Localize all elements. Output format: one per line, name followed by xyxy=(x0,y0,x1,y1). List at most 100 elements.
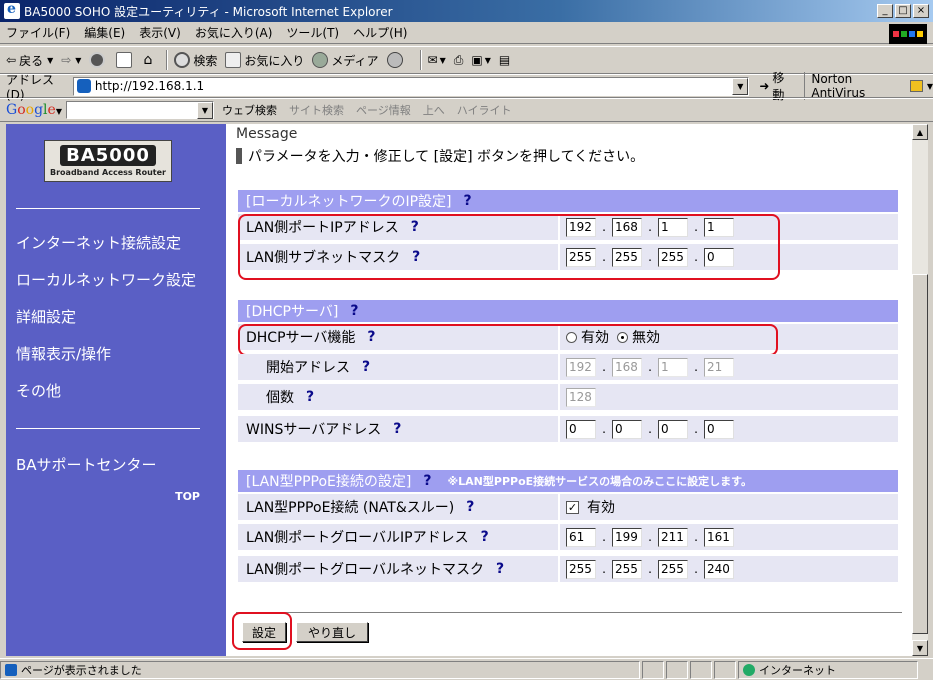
menu-view[interactable]: 表示(V) xyxy=(139,24,181,41)
print-button[interactable]: ⎙ xyxy=(454,53,464,68)
lan-ip-row: LAN側ポートIPアドレス? 192. 168. 1. 1 xyxy=(238,214,898,242)
help-icon[interactable]: ? xyxy=(464,193,472,209)
back-button[interactable]: ⇦ 戻る ▼ xyxy=(6,52,53,69)
menu-file[interactable]: ファイル(F) xyxy=(6,24,70,41)
help-icon[interactable]: ? xyxy=(423,473,431,489)
help-icon[interactable]: ? xyxy=(350,303,358,319)
help-icon[interactable]: ? xyxy=(466,499,474,515)
help-icon[interactable]: ? xyxy=(393,421,401,437)
menu-favorites[interactable]: お気に入り(A) xyxy=(195,24,273,41)
stop-button[interactable] xyxy=(89,52,108,68)
google-search-dropdown[interactable]: ▼ xyxy=(196,102,213,119)
scroll-up-icon[interactable]: ▲ xyxy=(912,124,928,140)
help-icon[interactable]: ? xyxy=(411,219,419,235)
google-site-search-button[interactable]: サイト検索 xyxy=(289,102,344,118)
forward-arrow-icon: ⇨ xyxy=(61,53,72,67)
wins-octet-3[interactable]: 0 xyxy=(658,419,688,439)
help-icon[interactable]: ? xyxy=(412,249,420,265)
pppoe-gip-octet-4[interactable]: 161 xyxy=(704,527,734,547)
help-icon[interactable]: ? xyxy=(306,389,314,405)
help-icon[interactable]: ? xyxy=(367,329,375,345)
status-text-cell: ページが表示されました xyxy=(0,660,640,679)
dhcp-start-octet-1[interactable]: 192 xyxy=(566,357,596,377)
google-logo[interactable]: Google▼ xyxy=(6,102,62,118)
pppoe-gmask-octet-4[interactable]: 240 xyxy=(704,559,734,579)
google-up-button[interactable]: 上へ xyxy=(423,102,445,118)
refresh-button[interactable] xyxy=(116,52,135,68)
lan-ip-octet-1[interactable]: 192 xyxy=(566,217,596,237)
search-button[interactable]: 検索 xyxy=(174,52,217,69)
wins-octet-4[interactable]: 0 xyxy=(704,419,734,439)
sidebar: BA5000 Broadband Access Router インターネット接続… xyxy=(6,124,226,656)
minimize-button[interactable]: _ xyxy=(877,4,893,18)
sidebar-top-link[interactable]: TOP xyxy=(175,490,200,503)
reset-button[interactable]: やり直し xyxy=(296,622,368,642)
favorites-button[interactable]: お気に入り xyxy=(225,52,304,69)
mail-button[interactable]: ✉ ▼ xyxy=(428,53,446,67)
vertical-scrollbar[interactable]: ▲ ▼ xyxy=(912,124,928,656)
pppoe-gmask-octet-2[interactable]: 255 xyxy=(612,559,642,579)
wins-octet-2[interactable]: 0 xyxy=(612,419,642,439)
dhcp-count-input[interactable]: 128 xyxy=(566,387,596,407)
help-icon[interactable]: ? xyxy=(362,359,370,375)
lan-mask-octet-4[interactable]: 0 xyxy=(704,247,734,267)
lan-mask-octet-2[interactable]: 255 xyxy=(612,247,642,267)
message-text: パラメータを入力・修正して [設定] ボタンを押してください。 xyxy=(236,146,644,166)
norton-antivirus-button[interactable]: Norton AntiVirus ▼ xyxy=(804,72,933,100)
edit-icon: ▣ xyxy=(471,53,483,67)
google-web-search-button[interactable]: ウェブ検索 xyxy=(222,102,277,118)
scroll-thumb[interactable] xyxy=(912,274,928,634)
dhcp-start-octet-3[interactable]: 1 xyxy=(658,357,688,377)
dhcp-start-octet-2[interactable]: 168 xyxy=(612,357,642,377)
submit-button[interactable]: 設定 xyxy=(242,622,286,642)
sidebar-link-internet[interactable]: インターネット接続設定 xyxy=(16,232,181,253)
media-button[interactable]: メディア xyxy=(312,52,379,69)
page-icon xyxy=(76,79,91,93)
close-button[interactable]: × xyxy=(913,4,929,18)
menu-tools[interactable]: ツール(T) xyxy=(286,24,339,41)
pppoe-gmask-octet-3[interactable]: 255 xyxy=(658,559,688,579)
scroll-down-icon[interactable]: ▼ xyxy=(912,640,928,656)
menu-help[interactable]: ヘルプ(H) xyxy=(353,24,407,41)
lan-ip-octet-4[interactable]: 1 xyxy=(704,217,734,237)
help-icon[interactable]: ? xyxy=(496,561,504,577)
forward-button[interactable]: ⇨ ▼ xyxy=(61,53,81,67)
dhcp-count-row: 個数? 128 xyxy=(238,384,898,412)
sidebar-link-info[interactable]: 情報表示/操作 xyxy=(16,343,111,364)
pppoe-enable-checkbox[interactable]: ✓ 有効 xyxy=(566,497,615,517)
dhcp-disable-radio[interactable]: 無効 xyxy=(617,327,660,347)
dhcp-start-octet-4[interactable]: 21 xyxy=(704,357,734,377)
google-highlight-button[interactable]: ハイライト xyxy=(457,102,512,118)
pppoe-section-header: [LAN型PPPoE接続の設定] ? ※LAN型PPPoE接続サービスの場合のみ… xyxy=(238,470,898,492)
lan-ip-octet-2[interactable]: 168 xyxy=(612,217,642,237)
search-icon xyxy=(174,52,191,68)
sidebar-link-other[interactable]: その他 xyxy=(16,380,61,401)
address-input[interactable]: http://192.168.1.1 ▼ xyxy=(72,76,750,96)
home-button[interactable]: ⌂ xyxy=(143,52,152,68)
menu-edit[interactable]: 編集(E) xyxy=(84,24,125,41)
wins-octet-1[interactable]: 0 xyxy=(566,419,596,439)
wins-row: WINSサーバアドレス? 0. 0. 0. 0 xyxy=(238,416,898,444)
pppoe-gmask-octet-1[interactable]: 255 xyxy=(566,559,596,579)
pppoe-note: ※LAN型PPPoE接続サービスの場合のみここに設定します。 xyxy=(447,475,753,488)
lan-mask-octet-3[interactable]: 255 xyxy=(658,247,688,267)
lan-ip-octet-3[interactable]: 1 xyxy=(658,217,688,237)
lan-mask-octet-1[interactable]: 255 xyxy=(566,247,596,267)
pppoe-gip-octet-1[interactable]: 61 xyxy=(566,527,596,547)
google-page-info-button[interactable]: ページ情報 xyxy=(356,102,411,118)
dhcp-enable-radio[interactable]: 有効 xyxy=(566,327,609,347)
discuss-button[interactable]: ▤ xyxy=(499,53,510,67)
maximize-button[interactable]: □ xyxy=(895,4,911,18)
dhcp-section-header: [DHCPサーバ] ? xyxy=(238,300,898,322)
sidebar-link-advanced[interactable]: 詳細設定 xyxy=(16,306,76,327)
address-dropdown-button[interactable]: ▼ xyxy=(732,77,749,95)
sidebar-link-local-network[interactable]: ローカルネットワーク設定 xyxy=(16,269,196,290)
pppoe-gip-octet-3[interactable]: 211 xyxy=(658,527,688,547)
edit-button[interactable]: ▣ ▼ xyxy=(471,53,491,67)
sidebar-link-support[interactable]: BAサポートセンター xyxy=(16,454,157,475)
help-icon[interactable]: ? xyxy=(481,529,489,545)
pppoe-gip-octet-2[interactable]: 199 xyxy=(612,527,642,547)
google-search-input[interactable]: ▼ xyxy=(65,101,214,119)
chevron-down-icon: ▼ xyxy=(47,55,54,65)
history-button[interactable] xyxy=(386,52,406,68)
